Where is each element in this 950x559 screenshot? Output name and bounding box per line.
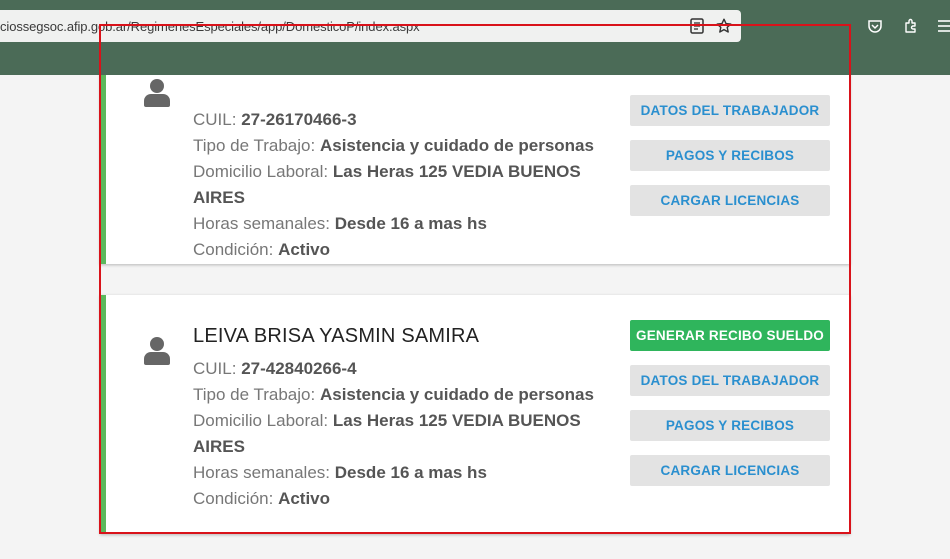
horas-row: Horas semanales: Desde 16 a mas hs — [193, 463, 487, 482]
worker-name: LEIVA BRISA YASMIN SAMIRA — [193, 325, 480, 347]
cuil-value: 27-42840266-4 — [241, 359, 357, 378]
condicion-value: Activo — [278, 489, 331, 508]
domicilio-row: Domicilio Laboral: Las Heras 125 VEDIA B… — [193, 162, 581, 207]
cargar-licencias-button[interactable]: CARGAR LICENCIAS — [630, 185, 830, 216]
menu-icon[interactable] — [936, 17, 950, 35]
browser-toolbar: ciossegsoc.afip.gob.ar/RegimenesEspecial… — [0, 0, 950, 75]
datos-trabajador-button[interactable]: DATOS DEL TRABAJADOR — [630, 365, 830, 396]
horas-row: Horas semanales: Desde 16 a mas hs — [193, 214, 487, 233]
user-avatar-icon — [144, 79, 170, 107]
cuil-value: 27-26170466-3 — [241, 110, 357, 129]
worker-details: CUIL: 27-42840266-4 Tipo de Trabajo: Asi… — [193, 356, 613, 512]
domicilio-row: Domicilio Laboral: Las Heras 125 VEDIA B… — [193, 411, 581, 456]
worker-details: CUIL: 27-26170466-3 Tipo de Trabajo: Asi… — [193, 107, 613, 263]
tipo-row: Tipo de Trabajo: Asistencia y cuidado de… — [193, 136, 594, 155]
user-avatar-icon — [144, 337, 170, 365]
url-text[interactable]: ciossegsoc.afip.gob.ar/RegimenesEspecial… — [0, 19, 420, 34]
tipo-row: Tipo de Trabajo: Asistencia y cuidado de… — [193, 385, 594, 404]
cuil-row: CUIL: 27-42840266-4 — [193, 359, 357, 378]
cuil-row: CUIL: 27-26170466-3 — [193, 110, 357, 129]
cargar-licencias-button[interactable]: CARGAR LICENCIAS — [630, 455, 830, 486]
tipo-value: Asistencia y cuidado de personas — [319, 136, 594, 155]
url-bar[interactable]: ciossegsoc.afip.gob.ar/RegimenesEspecial… — [0, 10, 741, 42]
condicion-row: Condición: Activo — [193, 489, 331, 508]
reader-view-icon[interactable] — [689, 18, 705, 34]
condicion-value: Activo — [278, 240, 331, 259]
extensions-icon[interactable] — [902, 17, 920, 35]
pocket-icon[interactable] — [866, 17, 884, 35]
condicion-row: Condición: Activo — [193, 240, 331, 259]
pagos-recibos-button[interactable]: PAGOS Y RECIBOS — [630, 140, 830, 171]
pagos-recibos-button[interactable]: PAGOS Y RECIBOS — [630, 410, 830, 441]
datos-trabajador-button[interactable]: DATOS DEL TRABAJADOR — [630, 95, 830, 126]
worker-card: CUIL: 27-26170466-3 Tipo de Trabajo: Asi… — [100, 75, 850, 264]
generar-recibo-button[interactable]: GENERAR RECIBO SUELDO — [630, 320, 830, 351]
horas-value: Desde 16 a mas hs — [334, 463, 487, 482]
horas-value: Desde 16 a mas hs — [334, 214, 487, 233]
worker-list: CUIL: 27-26170466-3 Tipo de Trabajo: Asi… — [0, 75, 950, 559]
bookmark-star-icon[interactable] — [716, 18, 732, 34]
worker-card: LEIVA BRISA YASMIN SAMIRA CUIL: 27-42840… — [100, 295, 850, 534]
tipo-value: Asistencia y cuidado de personas — [319, 385, 594, 404]
